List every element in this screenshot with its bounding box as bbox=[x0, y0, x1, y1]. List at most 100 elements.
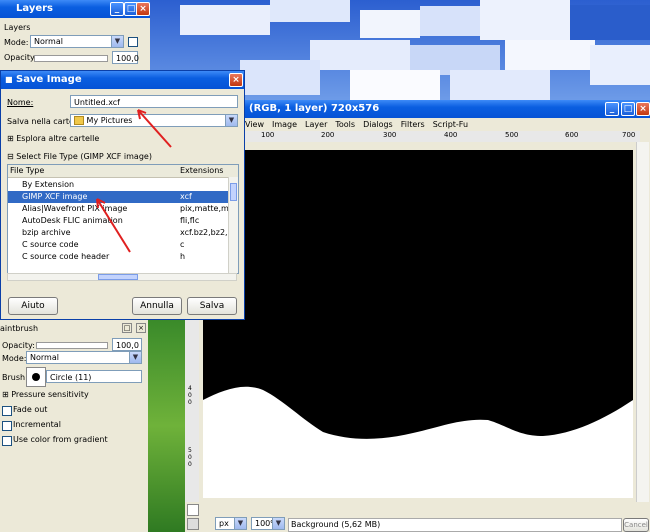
close-icon[interactable]: × bbox=[636, 102, 650, 116]
filetype-row[interactable]: C source code header h bbox=[8, 251, 238, 263]
fade-out-checkbox[interactable] bbox=[2, 406, 12, 416]
cancel-button[interactable]: Annulla bbox=[132, 297, 182, 315]
filetype-row[interactable]: By Extension bbox=[8, 179, 238, 191]
layers-title: Layers bbox=[16, 3, 53, 14]
filetype-row[interactable]: AutoDesk FLIC animation fli,flc bbox=[8, 215, 238, 227]
layers-opacity-field[interactable]: 100,0 bbox=[112, 51, 139, 64]
filetype-row[interactable]: bzip archive xcf.bz2,bz2,xcf bbox=[8, 227, 238, 239]
filetype-name: bzip archive bbox=[22, 228, 71, 237]
chevron-down-icon: ▼ bbox=[272, 518, 284, 529]
filetype-list[interactable]: File Type Extensions By Extension GIMP X… bbox=[7, 164, 239, 274]
gradient-checkbox[interactable] bbox=[2, 436, 12, 446]
tool-opacity-field[interactable]: 100,0 bbox=[112, 338, 142, 351]
filetype-row[interactable]: Alias|Wavefront PIX image pix,matte,mask bbox=[8, 203, 238, 215]
name-value: Untitled.xcf bbox=[74, 98, 120, 107]
layers-section-label: Layers bbox=[4, 23, 31, 32]
filetype-ext: c bbox=[180, 240, 185, 249]
expander-icon: ⊞ bbox=[7, 134, 14, 143]
filetype-hscrollbar[interactable] bbox=[7, 273, 237, 281]
image-titlebar[interactable]: (RGB, 1 layer) 720x576 _ □ × bbox=[185, 100, 650, 118]
column-header-type[interactable]: File Type bbox=[10, 165, 44, 177]
save-image-dialog: ■ Save Image × Nome: Untitled.xcf Salva … bbox=[0, 70, 245, 320]
layers-opacity-label: Opacity: bbox=[4, 53, 37, 62]
ruler-left-digit: 0 bbox=[188, 454, 192, 461]
layers-mode-select[interactable]: Normal ▼ bbox=[30, 35, 124, 48]
chevron-down-icon: ▼ bbox=[111, 36, 123, 47]
help-button[interactable]: Aiuto bbox=[8, 297, 58, 315]
zoom-select[interactable]: 100% ▼ bbox=[251, 517, 285, 530]
menu-script-fu[interactable]: Script-Fu bbox=[433, 119, 468, 131]
layers-titlebar[interactable]: Layers _ □ × bbox=[0, 0, 150, 18]
browse-expander[interactable]: ⊞ Esplora altre cartelle bbox=[7, 134, 99, 143]
folder-select[interactable]: My Pictures ▼ bbox=[70, 114, 238, 127]
ruler-tick: 300 bbox=[383, 131, 397, 139]
filetype-name: AutoDesk FLIC animation bbox=[22, 216, 123, 225]
filetype-list-header: File Type Extensions bbox=[8, 165, 238, 178]
unit-value: px bbox=[219, 519, 229, 528]
minimize-icon[interactable]: _ bbox=[110, 2, 124, 16]
tool-opacity-slider[interactable] bbox=[36, 342, 108, 349]
save-dialog-title: Save Image bbox=[16, 74, 82, 85]
layer-info: Background (5,62 MB) bbox=[288, 518, 622, 532]
top-ruler: 100 200 300 400 500 600 700 bbox=[245, 131, 640, 142]
menu-layer[interactable]: Layer bbox=[305, 119, 327, 131]
filetype-expander[interactable]: ⊟ Select File Type (GIMP XCF image) bbox=[7, 152, 152, 161]
filetype-name: GIMP XCF image bbox=[22, 192, 88, 201]
incremental-checkbox[interactable] bbox=[2, 421, 12, 431]
scroll-thumb[interactable] bbox=[230, 183, 237, 201]
close-icon[interactable]: □ bbox=[122, 323, 132, 333]
unit-select[interactable]: px ▼ bbox=[215, 517, 247, 530]
navigate-icon[interactable] bbox=[187, 504, 199, 516]
ruler-left-digit: 0 bbox=[188, 399, 192, 406]
menu-image[interactable]: Image bbox=[272, 119, 297, 131]
brush-preview[interactable] bbox=[26, 367, 46, 387]
snow-shape bbox=[203, 386, 633, 498]
close-icon[interactable]: × bbox=[136, 323, 146, 333]
expander-icon: ⊞ bbox=[2, 390, 9, 399]
ruler-tick: 200 bbox=[321, 131, 335, 139]
save-button[interactable]: Salva bbox=[187, 297, 237, 315]
quickmask-icon[interactable] bbox=[187, 518, 199, 530]
image-menubar: View Image Layer Tools Dialogs Filters S… bbox=[245, 119, 468, 131]
vertical-scrollbar[interactable] bbox=[636, 142, 649, 502]
ruler-left-label: 4 0 0 bbox=[188, 385, 192, 406]
menu-dialogs[interactable]: Dialogs bbox=[363, 119, 393, 131]
filetype-name: C source code header bbox=[22, 252, 110, 261]
minimize-icon[interactable]: _ bbox=[605, 102, 619, 116]
ruler-tick: 100 bbox=[261, 131, 275, 139]
brush-name-field[interactable]: Circle (11) bbox=[46, 370, 142, 383]
ruler-tick: 400 bbox=[444, 131, 458, 139]
filetype-ext: fli,flc bbox=[180, 216, 200, 225]
menu-tools[interactable]: Tools bbox=[335, 119, 355, 131]
brush-label: Brush: bbox=[2, 373, 28, 382]
filetype-label: Select File Type (GIMP XCF image) bbox=[16, 152, 152, 161]
scroll-thumb[interactable] bbox=[98, 274, 138, 280]
incremental-label: Incremental bbox=[13, 420, 61, 429]
close-icon[interactable]: × bbox=[229, 73, 243, 87]
layers-keep-trans-checkbox[interactable] bbox=[128, 37, 138, 47]
image-canvas[interactable] bbox=[203, 150, 633, 498]
filetype-name: By Extension bbox=[22, 180, 75, 189]
menu-filters[interactable]: Filters bbox=[401, 119, 425, 131]
ruler-left-digit: 0 bbox=[188, 392, 192, 399]
menu-view[interactable]: View bbox=[245, 119, 264, 131]
cancel-status-button[interactable]: Cancel bbox=[623, 518, 649, 532]
name-label: Nome: bbox=[7, 98, 34, 107]
name-input[interactable]: Untitled.xcf bbox=[70, 95, 238, 108]
filetype-vscrollbar[interactable] bbox=[228, 177, 238, 273]
layers-opacity-value: 100,0 bbox=[116, 54, 139, 63]
pressure-expander[interactable]: ⊞ Pressure sensitivity bbox=[2, 390, 89, 399]
chevron-down-icon: ▼ bbox=[234, 518, 246, 529]
tool-mode-select[interactable]: Normal ▼ bbox=[26, 351, 142, 364]
tool-options-panel: aintbrush □ × Opacity: 100,0 Mode: Norma… bbox=[0, 320, 148, 532]
filetype-row[interactable]: C source code c bbox=[8, 239, 238, 251]
tool-opacity-label: Opacity: bbox=[2, 341, 35, 350]
filetype-row-selected[interactable]: GIMP XCF image xcf bbox=[8, 191, 228, 203]
maximize-icon[interactable]: □ bbox=[621, 102, 635, 116]
expander-icon: ⊟ bbox=[7, 152, 14, 161]
tool-opacity-value: 100,0 bbox=[116, 341, 139, 350]
column-header-ext[interactable]: Extensions bbox=[180, 165, 223, 177]
layers-opacity-slider[interactable] bbox=[34, 55, 108, 62]
save-dialog-titlebar[interactable]: ■ Save Image × bbox=[1, 71, 244, 89]
close-icon[interactable]: × bbox=[136, 2, 150, 16]
